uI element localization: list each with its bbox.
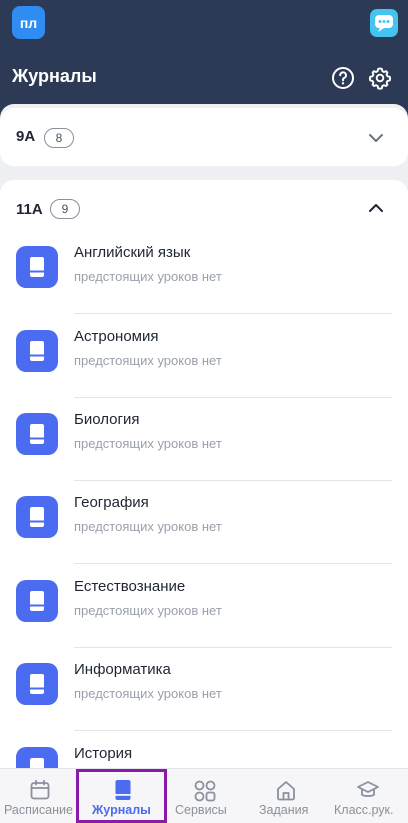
subject-item-natural-science[interactable]: Естествознание предстоящих уроков нет — [0, 564, 408, 648]
journal-icon — [16, 496, 58, 538]
nav-item-tasks[interactable]: Задания — [253, 769, 321, 823]
subject-item-english[interactable]: Английский язык предстоящих уроков нет — [0, 230, 408, 314]
page-title: Журналы — [12, 66, 97, 86]
subject-name: Естествознание — [74, 578, 186, 595]
subject-item-history[interactable]: История — [0, 731, 408, 768]
subject-name: Астрономия — [74, 328, 159, 345]
help-icon[interactable] — [331, 66, 355, 90]
count-badge: 8 — [44, 128, 74, 148]
gear-icon[interactable] — [368, 66, 392, 90]
journal-icon — [16, 413, 58, 455]
subject-name: Биология — [74, 411, 140, 428]
nav-item-class-teacher[interactable]: Класс.рук. — [330, 769, 408, 823]
chevron-down-icon[interactable] — [367, 129, 385, 147]
class-name: 9А — [16, 128, 36, 145]
chevron-up-icon[interactable] — [367, 199, 385, 217]
selection-highlight — [76, 769, 167, 823]
subject-status: предстоящих уроков нет — [74, 603, 222, 618]
subject-name: Информатика — [74, 661, 171, 678]
subject-name: Английский язык — [74, 244, 191, 261]
subject-item-astronomy[interactable]: Астрономия предстоящих уроков нет — [0, 314, 408, 398]
journal-icon — [16, 663, 58, 705]
chat-icon[interactable] — [370, 9, 398, 37]
home-icon — [277, 781, 295, 801]
nav-label: Расписание — [4, 803, 73, 817]
calendar-icon — [30, 779, 50, 800]
subject-status: предстоящих уроков нет — [74, 436, 222, 451]
journal-icon — [16, 246, 58, 288]
subject-status: предстоящих уроков нет — [74, 269, 222, 284]
app-header: пл Журналы — [0, 0, 408, 110]
nav-item-services[interactable]: Сервисы — [167, 769, 243, 823]
subject-status: предстоящих уроков нет — [74, 686, 222, 701]
avatar[interactable]: пл — [12, 6, 45, 39]
nav-label: Сервисы — [175, 803, 227, 817]
class-name: 11А — [16, 201, 43, 218]
grid-icon — [194, 780, 216, 802]
graduation-cap-icon — [357, 781, 379, 797]
nav-label: Задания — [259, 803, 309, 817]
subject-name: География — [74, 494, 149, 511]
subject-name: История — [74, 745, 133, 762]
subject-item-geography[interactable]: География предстоящих уроков нет — [0, 480, 408, 564]
journal-icon — [16, 747, 58, 768]
subject-status: предстоящих уроков нет — [74, 519, 222, 534]
subject-status: предстоящих уроков нет — [74, 353, 222, 368]
subject-item-biology[interactable]: Биология предстоящих уроков нет — [0, 397, 408, 481]
journal-icon — [16, 330, 58, 372]
journal-icon — [16, 580, 58, 622]
class-card-11a: 11А 9 Английский язык предстоящих уроков… — [0, 180, 408, 768]
subject-item-informatics[interactable]: Информатика предстоящих уроков нет — [0, 647, 408, 731]
nav-label: Класс.рук. — [334, 803, 394, 817]
journals-list[interactable]: 9А 8 11А 9 Английский язык предстоящих у… — [0, 104, 408, 768]
nav-item-schedule[interactable]: Расписание — [0, 769, 80, 823]
count-badge: 9 — [50, 199, 80, 219]
bottom-nav: Расписание Журналы Сервисы Задания Класс… — [0, 768, 408, 823]
class-card-9a[interactable]: 9А 8 — [0, 108, 408, 166]
